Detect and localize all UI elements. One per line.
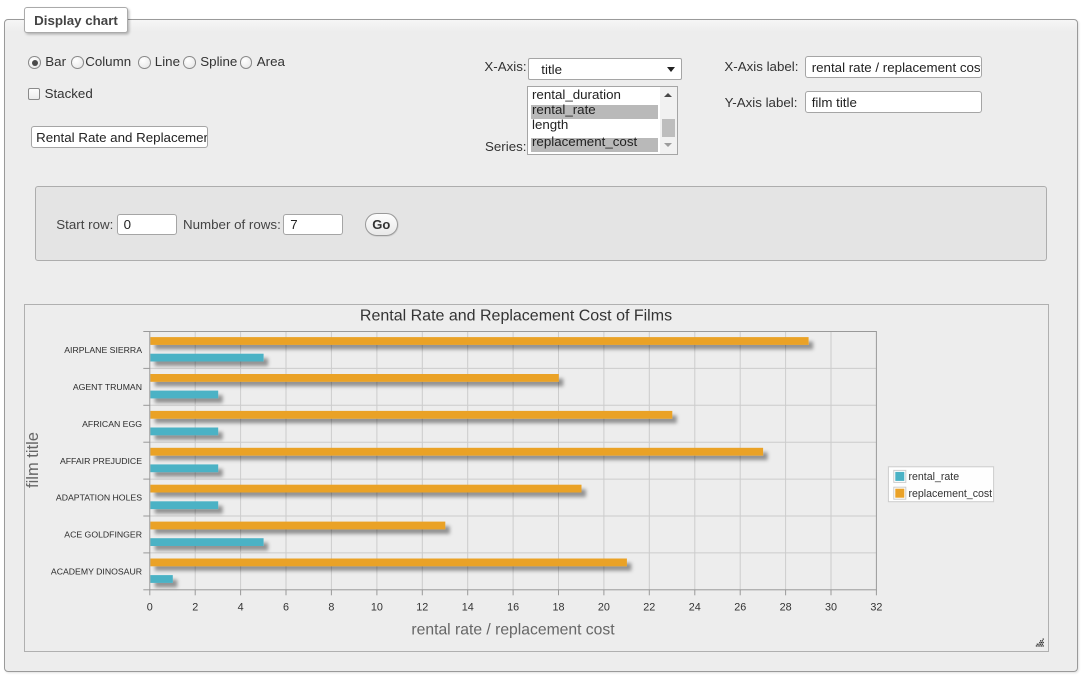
- svg-text:AGENT TRUMAN: AGENT TRUMAN: [73, 382, 142, 392]
- svg-text:rental_rate: rental_rate: [909, 471, 960, 483]
- svg-text:26: 26: [734, 602, 746, 614]
- svg-text:4: 4: [238, 602, 244, 614]
- svg-text:16: 16: [507, 602, 519, 614]
- svg-text:8: 8: [328, 602, 334, 614]
- svg-text:rental rate / replacement cost: rental rate / replacement cost: [411, 621, 615, 638]
- svg-text:30: 30: [825, 602, 837, 614]
- svg-text:AIRPLANE SIERRA: AIRPLANE SIERRA: [64, 345, 142, 355]
- svg-text:14: 14: [462, 602, 474, 614]
- svg-text:Rental Rate and Replacement Co: Rental Rate and Replacement Cost of Film…: [360, 307, 672, 324]
- svg-text:32: 32: [870, 602, 882, 614]
- svg-text:ACE GOLDFINGER: ACE GOLDFINGER: [64, 530, 142, 540]
- svg-text:ACADEMY DINOSAUR: ACADEMY DINOSAUR: [51, 567, 142, 577]
- svg-text:film title: film title: [24, 432, 42, 488]
- svg-text:20: 20: [598, 602, 610, 614]
- svg-text:replacement_cost: replacement_cost: [909, 488, 993, 500]
- svg-text:24: 24: [689, 602, 701, 614]
- svg-text:12: 12: [416, 602, 428, 614]
- svg-text:22: 22: [643, 602, 655, 614]
- svg-text:6: 6: [283, 602, 289, 614]
- svg-text:2: 2: [192, 602, 198, 614]
- svg-text:AFRICAN EGG: AFRICAN EGG: [82, 419, 142, 429]
- svg-text:ADAPTATION HOLES: ADAPTATION HOLES: [56, 493, 142, 503]
- svg-text:0: 0: [147, 602, 153, 614]
- svg-text:28: 28: [780, 602, 792, 614]
- svg-text:AFFAIR PREJUDICE: AFFAIR PREJUDICE: [60, 456, 142, 466]
- svg-text:10: 10: [371, 602, 383, 614]
- svg-text:18: 18: [552, 602, 564, 614]
